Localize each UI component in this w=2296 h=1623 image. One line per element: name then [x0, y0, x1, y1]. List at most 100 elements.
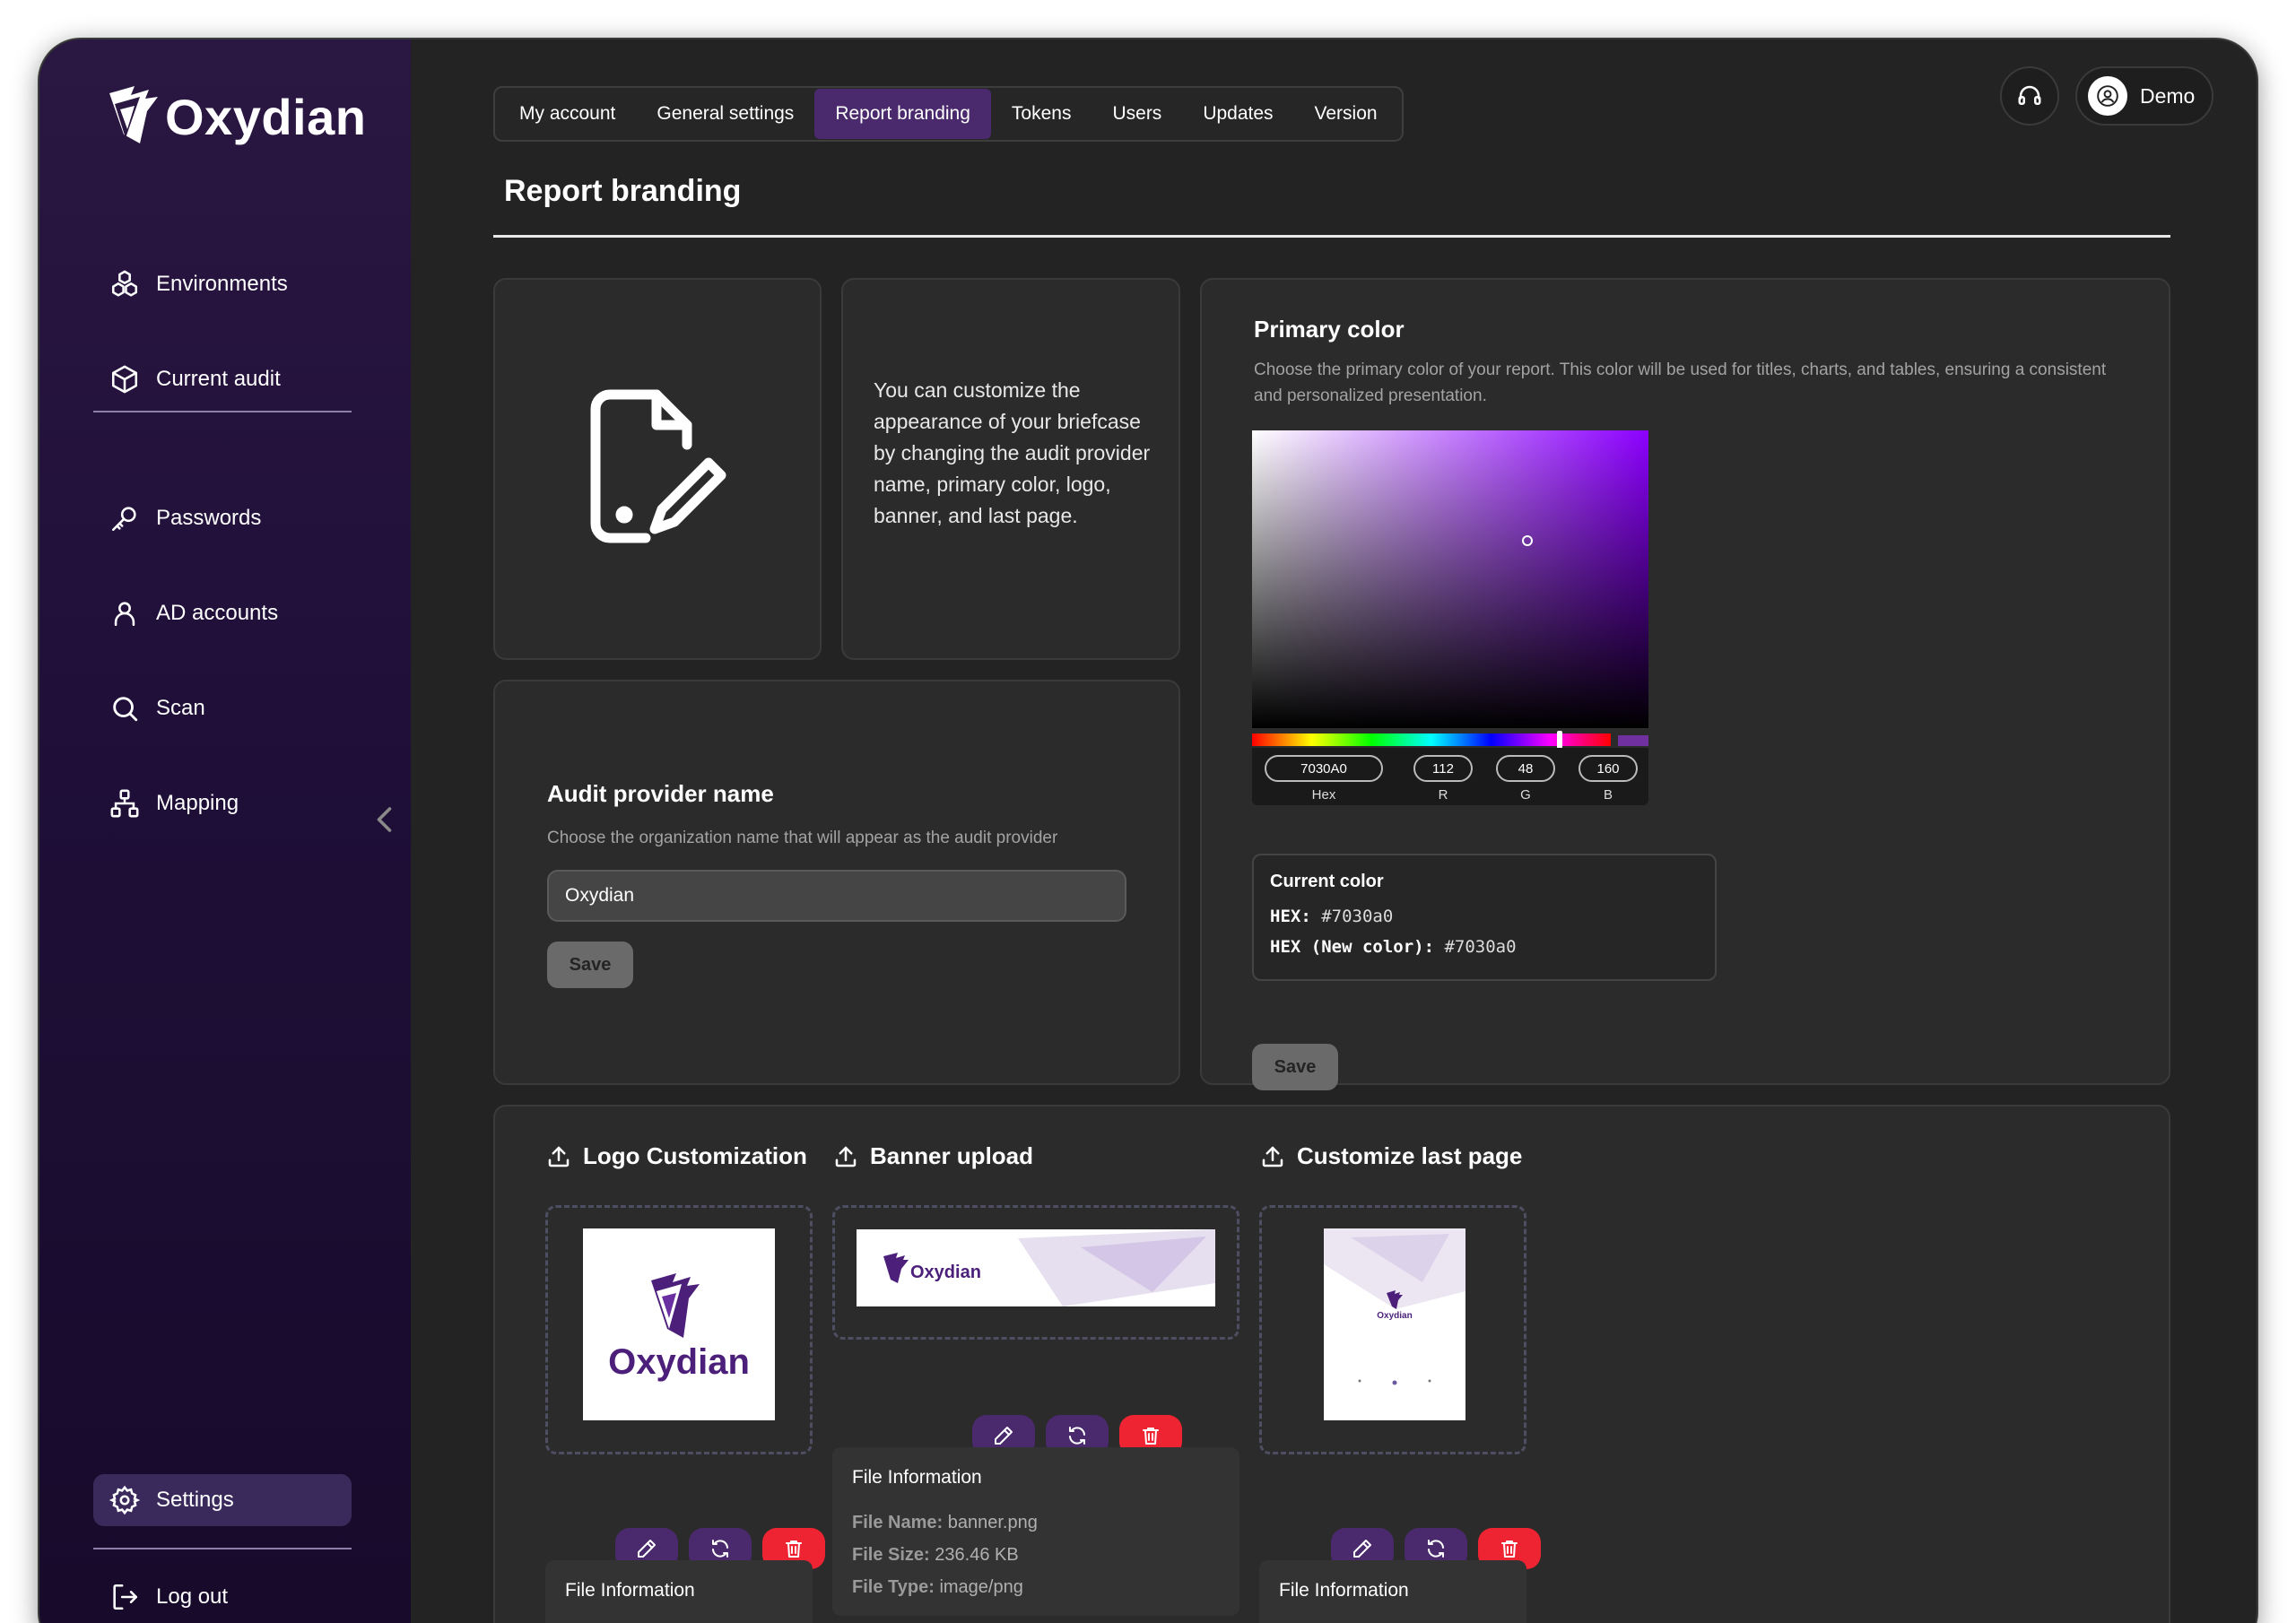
trash-icon	[1501, 1541, 1518, 1558]
upload-icon	[548, 1146, 570, 1167]
current-hex-label: HEX:	[1270, 907, 1311, 926]
banner-image: Oxydian	[883, 1229, 1215, 1306]
oxydian-logo-icon: Oxydian	[608, 1273, 750, 1382]
upload-icon	[1262, 1146, 1283, 1167]
upload-icon	[835, 1146, 857, 1167]
color-fields: 7030A0 Hex 112 R 48 G 160 B	[1252, 748, 1648, 805]
logo-file-info: File Information	[545, 1560, 813, 1623]
logout-icon	[113, 1584, 138, 1610]
app-logo[interactable]: Oxydian	[104, 84, 366, 149]
refresh-icon	[1428, 1540, 1444, 1558]
key-icon	[111, 507, 136, 532]
file-type-value: image/png	[939, 1577, 1023, 1597]
sidebar: Oxydian Environments Current audit Passw…	[39, 39, 411, 1623]
logo-customization-heading: Logo Customization	[545, 1142, 807, 1170]
tab-my-account[interactable]: My account	[499, 89, 636, 139]
user-name: Demo	[2140, 83, 2196, 108]
hex-label: Hex	[1311, 787, 1336, 803]
file-type-label: File Type:	[852, 1577, 935, 1597]
pencil-icon	[995, 1427, 1013, 1445]
primary-color-title: Primary color	[1254, 316, 1405, 343]
intro-text: You can customize the appearance of your…	[874, 378, 1151, 527]
sidebar-item-label: Log out	[156, 1584, 229, 1609]
sidebar-item-scan[interactable]: Scan	[93, 682, 352, 734]
file-name-label: File Name:	[852, 1513, 944, 1532]
current-color-box: Current color HEX: #7030a0 HEX (New colo…	[1252, 854, 1717, 981]
sidebar-item-passwords[interactable]: Passwords	[93, 492, 352, 544]
last-page-file-info-title: File Information	[1279, 1580, 1409, 1601]
g-input[interactable]: 48	[1496, 755, 1555, 782]
file-size-label: File Size:	[852, 1545, 930, 1565]
support-button[interactable]	[2000, 66, 2059, 126]
banner-file-info-title: File Information	[852, 1467, 982, 1488]
r-label: R	[1438, 787, 1448, 803]
sidebar-item-label: Current audit	[156, 367, 281, 391]
provider-name-input[interactable]	[547, 870, 1126, 922]
search-icon	[113, 697, 138, 722]
svg-text:Oxydian: Oxydian	[608, 1342, 750, 1382]
last-page-file-info: File Information	[1259, 1560, 1526, 1623]
banner-dropzone[interactable]: Oxydian	[832, 1205, 1239, 1340]
tab-report-branding[interactable]: Report branding	[814, 89, 991, 139]
last-page-dropzone[interactable]: Oxydian	[1259, 1205, 1526, 1454]
sidebar-item-settings[interactable]: Settings	[93, 1474, 352, 1526]
new-hex-line: HEX (New color): #7030a0	[1270, 932, 1699, 962]
user-menu-button[interactable]: Demo	[2075, 66, 2213, 126]
oxydian-logo-icon	[109, 86, 158, 143]
sidebar-item-label: Mapping	[156, 791, 239, 815]
intro-card: You can customize the appearance of your…	[841, 278, 1180, 660]
banner-title: Banner upload	[870, 1142, 1034, 1169]
user-icon	[114, 602, 135, 627]
hex-input[interactable]: 7030A0	[1265, 755, 1383, 782]
color-picker-handle[interactable]	[1522, 535, 1533, 546]
r-input[interactable]: 112	[1413, 755, 1473, 782]
refresh-icon	[1069, 1427, 1085, 1445]
svg-text:Oxydian: Oxydian	[1377, 1311, 1412, 1321]
pencil-icon	[638, 1540, 656, 1558]
save-provider-button[interactable]: Save	[547, 942, 633, 988]
cube-icon	[111, 365, 138, 394]
environments-icon	[111, 270, 138, 297]
color-saturation-area[interactable]	[1252, 430, 1648, 728]
tab-version[interactable]: Version	[1294, 89, 1398, 139]
collapse-sidebar-icon[interactable]	[370, 803, 402, 836]
logo-dropzone[interactable]: Oxydian	[545, 1205, 813, 1454]
svg-text:Oxydian: Oxydian	[910, 1263, 981, 1282]
sidebar-item-label: Environments	[156, 272, 288, 296]
provider-description: Choose the organization name that will a…	[547, 829, 1058, 847]
sidebar-item-label: Scan	[156, 696, 205, 720]
logo-title: Logo Customization	[583, 1142, 807, 1169]
logo-preview: Oxydian	[583, 1228, 775, 1420]
hue-slider[interactable]	[1252, 731, 1611, 749]
tab-updates[interactable]: Updates	[1182, 89, 1293, 139]
app-name: Oxydian	[165, 88, 367, 145]
logout-button[interactable]: Log out	[93, 1571, 352, 1623]
branding-icon-card	[493, 278, 822, 660]
settings-tabs: My account General settings Report brand…	[493, 86, 1404, 142]
trash-icon	[1143, 1428, 1159, 1445]
primary-color-card: Primary color Choose the primary color o…	[1200, 278, 2170, 1090]
sidebar-item-environments[interactable]: Environments	[93, 258, 352, 310]
sidebar-item-label: AD accounts	[156, 601, 279, 625]
app-window: Oxydian Environments Current audit Passw…	[39, 39, 2257, 1623]
avatar	[2088, 76, 2127, 116]
last-page-heading: Customize last page	[1259, 1142, 1522, 1170]
file-name-value: banner.png	[947, 1513, 1038, 1532]
uploads-card: Logo Customization Oxydian File Informat…	[493, 1105, 2170, 1623]
tab-users[interactable]: Users	[1091, 89, 1182, 139]
banner-file-info: File Information File Name: banner.png F…	[832, 1447, 1239, 1616]
tab-tokens[interactable]: Tokens	[991, 89, 1092, 139]
page-title: Report branding	[504, 174, 742, 208]
sidebar-item-current-audit[interactable]: Current audit	[93, 353, 352, 405]
user-icon	[2097, 85, 2118, 107]
save-color-button[interactable]: Save	[1252, 1044, 1338, 1090]
current-hex-line: HEX: #7030a0	[1270, 901, 1699, 932]
color-preview-swatch	[1618, 735, 1648, 746]
b-input[interactable]: 160	[1578, 755, 1638, 782]
hue-slider-thumb[interactable]	[1557, 731, 1562, 749]
sidebar-item-ad-accounts[interactable]: AD accounts	[93, 587, 352, 639]
sidebar-item-mapping[interactable]: Mapping	[93, 777, 352, 829]
audit-provider-card: Audit provider name Choose the organizat…	[493, 680, 1180, 1085]
sidebar-divider	[93, 411, 352, 412]
tab-general-settings[interactable]: General settings	[636, 89, 814, 139]
